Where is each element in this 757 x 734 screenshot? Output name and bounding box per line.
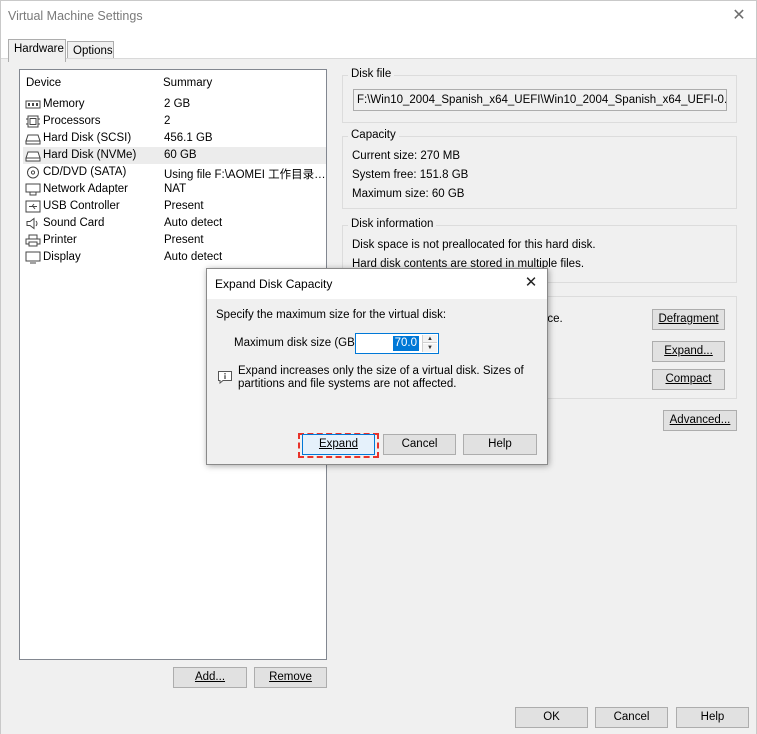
device-name: Processors [43,115,101,127]
device-name: Hard Disk (NVMe) [43,149,137,161]
dialog-title: Expand Disk Capacity [215,277,333,291]
current-size-text: Current size: 270 MB [352,150,461,162]
cancel-button[interactable]: Cancel [595,707,668,728]
device-row-memory[interactable]: Memory 2 GB [23,96,326,113]
remove-device-button[interactable]: Remove [254,667,327,688]
device-row-hard-disk-scsi[interactable]: Hard Disk (SCSI) 456.1 GB [23,130,326,147]
disk-file-title: Disk file [348,68,395,80]
network-adapter-icon [25,183,41,196]
device-name: Sound Card [43,217,105,229]
dialog-prompt: Specify the maximum size for the virtual… [216,309,447,321]
device-row-cd-dvd[interactable]: CD/DVD (SATA) Using file F:\AOMEI 工作目录… [23,164,326,181]
dialog-help-button[interactable]: Help [463,434,537,455]
device-summary: 2 [164,115,171,127]
device-name: Display [43,251,81,263]
dialog-info-line-2: partitions and file systems are not affe… [238,378,457,390]
speaker-icon [26,217,38,230]
device-name: CD/DVD (SATA) [43,166,127,178]
compact-label: Compact [665,373,712,385]
title-bar: Virtual Machine Settings ✕ [1,1,756,32]
dialog-expand-label: Expand [318,438,358,450]
dialog-close-icon[interactable]: ✕ [521,273,541,293]
device-name: Printer [43,234,77,246]
printer-icon [25,234,41,247]
info-icon [218,371,232,384]
usb-icon [25,200,41,213]
device-summary: 2 GB [164,98,191,110]
device-summary: NAT [164,183,187,195]
compact-button[interactable]: Compact [652,369,725,390]
column-header-device[interactable]: Device [26,77,61,89]
processor-icon [26,115,40,128]
expand-disk-capacity-dialog: Expand Disk Capacity ✕ Specify the maxim… [206,268,548,465]
tab-hardware[interactable]: Hardware [8,39,66,62]
device-name: Memory [43,98,85,110]
disk-information-title: Disk information [348,218,437,230]
hard-disk-icon [25,134,41,145]
device-row-printer[interactable]: Printer Present [23,232,326,249]
device-summary: 60 GB [164,149,197,161]
device-summary: Present [164,234,204,246]
device-summary: Using file F:\AOMEI 工作目录… [164,169,326,181]
disk-info-line-1: Disk space is not preallocated for this … [352,239,596,251]
defragment-label: Defragment [658,313,719,325]
cd-dvd-icon [27,166,39,179]
dialog-info-line-1: Expand increases only the size of a virt… [238,365,524,377]
system-free-text: System free: 151.8 GB [352,169,469,181]
close-icon[interactable]: ✕ [728,5,750,27]
capacity-group: Capacity Current size: 270 MB System fre… [342,129,737,209]
remove-device-label: Remove [269,671,312,683]
device-row-processors[interactable]: Processors 2 [23,113,326,130]
device-row-network-adapter[interactable]: Network Adapter NAT [23,181,326,198]
display-icon [25,251,41,264]
max-disk-size-value[interactable]: 70.0 [392,336,419,351]
expand-disk-button[interactable]: Expand... [652,341,725,362]
max-disk-size-label: Maximum disk size (GB): [234,337,362,349]
device-row-hard-disk-nvme[interactable]: Hard Disk (NVMe) 60 GB [23,147,326,164]
device-summary: 456.1 GB [164,132,213,144]
device-summary: Auto detect [164,217,223,229]
hard-disk-icon [25,151,41,162]
device-name: USB Controller [43,200,120,212]
defragment-button[interactable]: Defragment [652,309,725,330]
memory-icon [25,100,41,109]
stepper-buttons: ▲ ▼ [422,335,437,352]
device-name: Hard Disk (SCSI) [43,132,132,144]
disk-file-group: Disk file F:\Win10_2004_Spanish_x64_UEFI… [342,68,737,123]
device-row-display[interactable]: Display Auto detect [23,249,326,266]
advanced-button[interactable]: Advanced... [663,410,737,431]
footer-bar: OK Cancel Help [1,701,756,734]
window-title: Virtual Machine Settings [8,9,143,23]
capacity-title: Capacity [348,129,399,141]
ok-button[interactable]: OK [515,707,588,728]
help-button[interactable]: Help [676,707,749,728]
device-row-sound-card[interactable]: Sound Card Auto detect [23,215,326,232]
dialog-cancel-button[interactable]: Cancel [383,434,456,455]
stepper-up-icon[interactable]: ▲ [423,335,437,343]
stepper-down-icon[interactable]: ▼ [423,344,437,352]
expand-disk-label: Expand... [664,345,713,357]
max-disk-size-stepper[interactable]: 70.0 ▲ ▼ [355,333,439,354]
add-device-label: Add... [194,671,226,683]
dialog-title-bar: Expand Disk Capacity ✕ [207,269,547,299]
device-name: Network Adapter [43,183,129,195]
disk-file-path-field[interactable]: F:\Win10_2004_Spanish_x64_UEFI\Win10_200… [353,89,727,111]
device-row-usb-controller[interactable]: USB Controller Present [23,198,326,215]
device-summary: Auto detect [164,251,223,263]
maximum-size-text: Maximum size: 60 GB [352,188,465,200]
add-device-button[interactable]: Add... [173,667,247,688]
dialog-expand-button[interactable]: Expand [302,434,375,455]
advanced-label: Advanced... [669,414,731,426]
device-summary: Present [164,200,204,212]
column-header-summary[interactable]: Summary [163,77,212,89]
